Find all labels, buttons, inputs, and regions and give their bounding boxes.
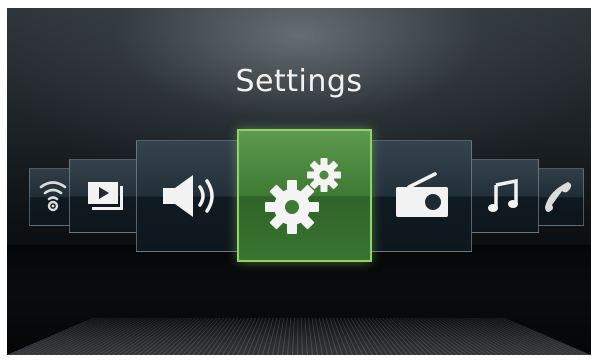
video-player-icon [86, 180, 124, 212]
speaker-volume-icon [159, 171, 219, 221]
menu-item-music[interactable] [467, 159, 539, 233]
radio-icon [393, 171, 451, 221]
infotainment-screen: Settings [7, 8, 591, 355]
menu-item-volume[interactable] [136, 140, 241, 252]
music-note-icon [487, 178, 519, 214]
phone-handset-icon [544, 179, 574, 215]
menu-item-video[interactable] [69, 159, 141, 233]
wifi-icon [38, 179, 68, 215]
menu-item-phone[interactable] [534, 168, 584, 226]
menu-item-radio[interactable] [371, 140, 472, 252]
gears-icon [260, 153, 350, 239]
menu-item-settings[interactable] [237, 129, 372, 262]
menu-carousel [7, 8, 591, 355]
